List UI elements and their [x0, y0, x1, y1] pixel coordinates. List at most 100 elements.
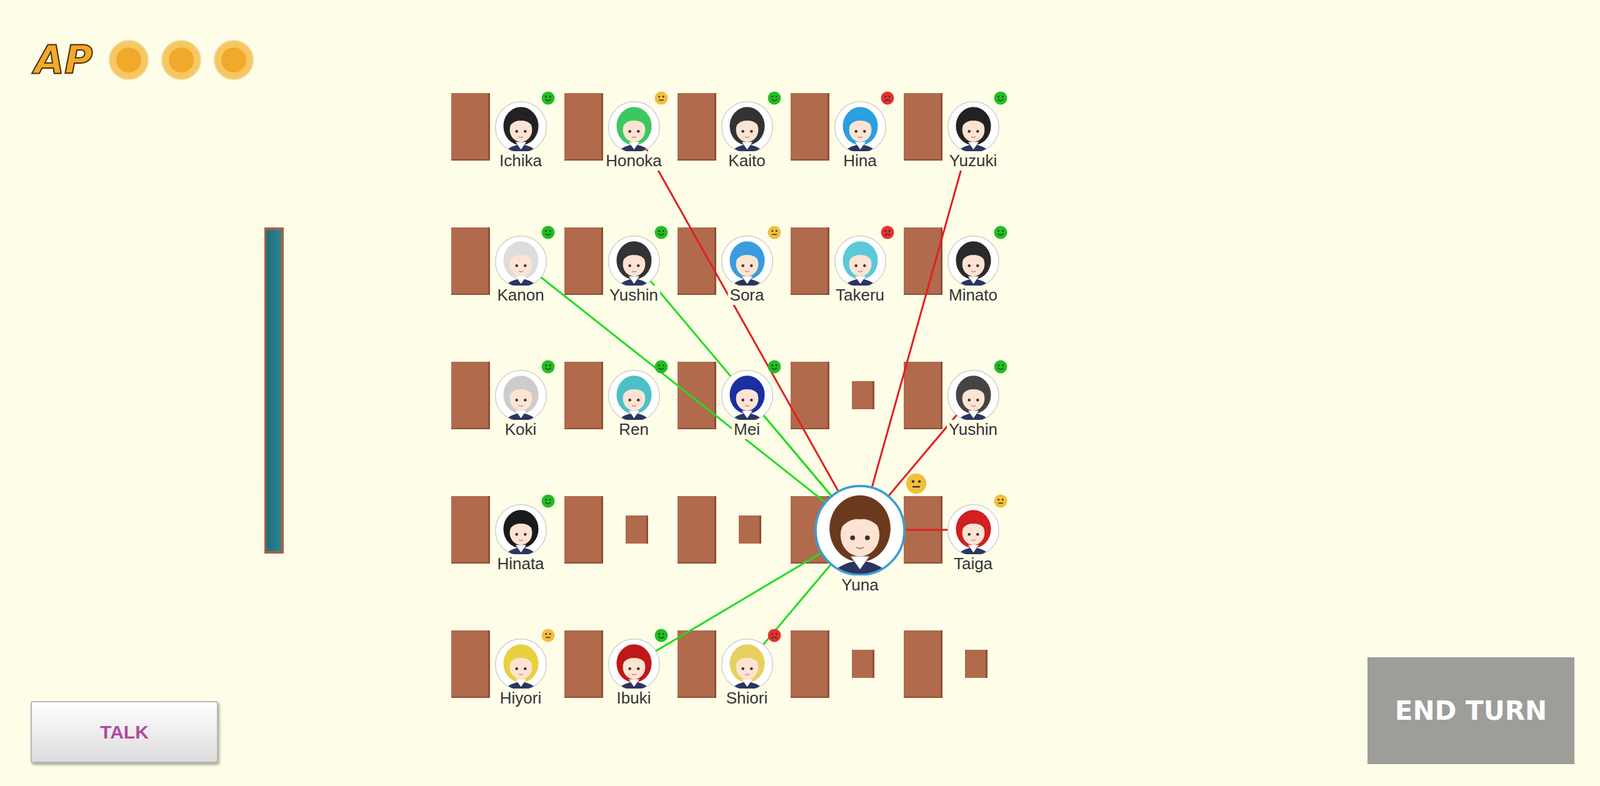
mood-icon	[654, 225, 669, 240]
seat: Ichika	[451, 93, 565, 228]
student-avatar-icon[interactable]	[833, 235, 887, 289]
student-avatar-icon[interactable]	[494, 235, 548, 289]
student-avatar-icon[interactable]	[494, 638, 548, 692]
mood-icon	[880, 225, 895, 240]
mood-icon	[767, 91, 782, 105]
mood-icon	[993, 494, 1008, 509]
student-avatar-icon[interactable]	[494, 503, 548, 557]
desk	[790, 361, 830, 430]
student-avatar-icon[interactable]	[946, 503, 1000, 557]
mood-icon	[993, 225, 1008, 240]
seat: Shiori	[677, 630, 791, 765]
desk	[903, 496, 943, 564]
mood-icon	[541, 628, 555, 643]
student-avatar-icon[interactable]	[607, 100, 661, 154]
student-avatar-icon[interactable]	[720, 100, 774, 154]
seat: Minato	[903, 227, 1017, 362]
seat: Mei	[677, 361, 791, 497]
seat: Honoka	[564, 93, 678, 228]
student-name: Kanon	[495, 285, 546, 305]
player-avatar-icon[interactable]	[813, 484, 907, 577]
student-name: Yushin	[946, 420, 1000, 440]
desk	[451, 630, 490, 699]
mood-icon	[767, 360, 782, 374]
seat: Hina	[790, 93, 904, 228]
seat: Hinata	[451, 496, 565, 631]
desk	[790, 227, 830, 295]
student-name: Minato	[946, 285, 1000, 305]
student-name: Mei	[731, 420, 762, 440]
student-avatar-icon[interactable]	[833, 100, 887, 154]
empty-seat	[851, 650, 875, 679]
end-turn-button[interactable]: END TURN	[1367, 657, 1575, 765]
mood-icon	[541, 91, 555, 105]
desk	[564, 93, 604, 161]
empty-seat	[625, 515, 649, 544]
classroom: IchikaHonokaKaitoHinaYuzukiKanonYushinSo…	[0, 0, 1600, 765]
talk-button[interactable]: TALK	[30, 701, 219, 764]
mood-icon	[905, 473, 927, 495]
student-avatar-icon[interactable]	[607, 638, 661, 692]
seat	[564, 496, 678, 631]
seat	[790, 361, 904, 497]
desk	[677, 496, 717, 564]
empty-seat	[851, 381, 875, 410]
seat-grid: IchikaHonokaKaitoHinaYuzukiKanonYushinSo…	[451, 93, 1017, 765]
student-avatar-icon[interactable]	[946, 235, 1000, 289]
student-name: Sora	[728, 285, 767, 305]
mood-icon	[654, 628, 669, 643]
student-avatar-icon[interactable]	[946, 369, 1000, 423]
desk	[903, 630, 943, 699]
seat: Ibuki	[564, 630, 678, 765]
student-name: Hina	[841, 151, 879, 171]
student-name: Yushin	[607, 285, 660, 305]
student-name: Yuna	[839, 575, 880, 595]
desk	[564, 496, 604, 564]
desk	[451, 93, 490, 161]
student-avatar-icon[interactable]	[607, 235, 661, 289]
mood-icon	[767, 628, 782, 643]
seat	[790, 630, 904, 765]
desk	[564, 227, 604, 295]
student-name: Honoka	[603, 151, 664, 171]
student-avatar-icon[interactable]	[494, 100, 548, 154]
seat: Takeru	[790, 227, 904, 362]
student-avatar-icon[interactable]	[494, 369, 548, 423]
ap-coin-icon	[161, 40, 202, 80]
desk	[677, 93, 717, 161]
relation-line	[633, 261, 860, 530]
student-name: Hinata	[495, 554, 546, 574]
student-avatar-icon[interactable]	[946, 100, 1000, 154]
desk	[451, 496, 490, 564]
classroom-screen: APIchikaHonokaKaitoHinaYuzukiKanonYushin…	[0, 0, 1600, 786]
desk	[903, 93, 943, 161]
mood-icon	[541, 225, 555, 240]
desk	[677, 227, 717, 295]
seat	[677, 496, 791, 631]
seat: Yuna	[790, 496, 904, 631]
desk	[677, 630, 717, 699]
student-name: Ichika	[497, 151, 544, 171]
seat: Hiyori	[451, 630, 565, 765]
action-points: AP	[34, 38, 254, 82]
student-name: Shiori	[724, 688, 770, 709]
student-avatar-icon[interactable]	[607, 369, 661, 423]
ap-coin-icon	[108, 40, 149, 80]
desk	[790, 93, 830, 161]
desk	[564, 630, 604, 699]
relation-line	[520, 261, 860, 530]
student-avatar-icon[interactable]	[720, 369, 774, 423]
ap-coin-icon	[213, 40, 254, 80]
student-avatar-icon[interactable]	[720, 638, 774, 692]
seat: Taiga	[903, 496, 1017, 631]
relation-line	[633, 126, 860, 530]
empty-seat	[738, 515, 762, 544]
mood-icon	[767, 225, 782, 240]
student-name: Takeru	[833, 285, 887, 305]
mood-icon	[541, 360, 555, 374]
student-avatar-icon[interactable]	[720, 235, 774, 289]
mood-icon	[654, 360, 669, 374]
student-name: Yuzuki	[947, 151, 1000, 171]
student-name: Ren	[616, 420, 651, 440]
mood-icon	[654, 91, 669, 105]
